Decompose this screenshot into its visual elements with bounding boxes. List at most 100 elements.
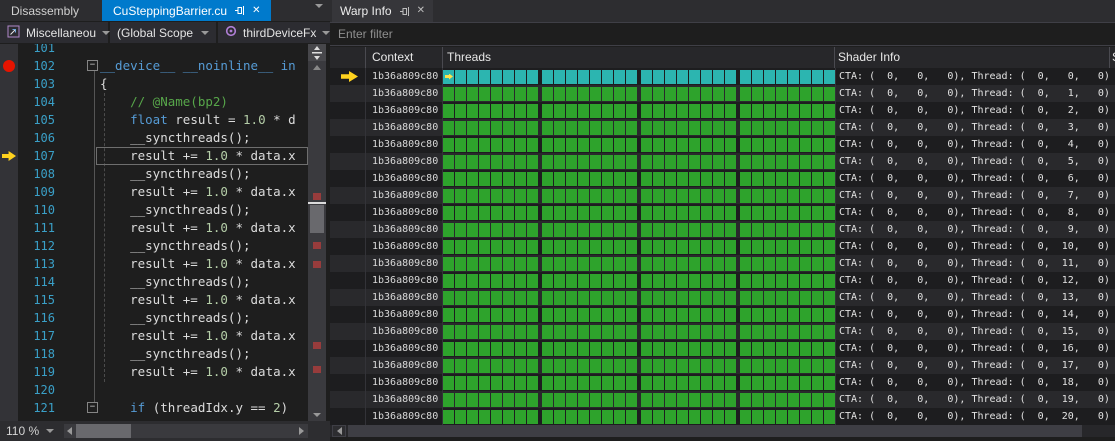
thread-square[interactable]	[641, 87, 652, 101]
thread-square[interactable]	[455, 104, 466, 118]
thread-square[interactable]	[788, 359, 799, 373]
thread-square[interactable]	[752, 87, 763, 101]
thread-square[interactable]	[542, 274, 553, 288]
thread-square[interactable]	[566, 240, 577, 254]
thread-square[interactable]	[542, 189, 553, 203]
thread-square[interactable]	[752, 257, 763, 271]
thread-square[interactable]	[503, 342, 514, 356]
thread-square[interactable]	[653, 274, 664, 288]
thread-square[interactable]	[641, 376, 652, 390]
thread-square[interactable]	[467, 121, 478, 135]
thread-square[interactable]	[602, 155, 613, 169]
thread-square[interactable]	[764, 189, 775, 203]
warp-info-tab[interactable]: Warp Info ✕	[332, 0, 433, 22]
thread-square[interactable]	[641, 223, 652, 237]
thread-square[interactable]	[443, 274, 454, 288]
thread-square[interactable]	[800, 87, 811, 101]
thread-square[interactable]	[542, 291, 553, 305]
pin-icon[interactable]	[234, 5, 245, 16]
thread-square[interactable]	[443, 257, 454, 271]
thread-square[interactable]	[614, 376, 625, 390]
warp-row-18[interactable]: 1b36a809c80CTA: ( 0, 0, 0), Thread: ( 0,…	[330, 374, 1115, 391]
scrollbar-thumb[interactable]	[76, 424, 131, 438]
thread-square[interactable]	[800, 376, 811, 390]
thread-square[interactable]	[455, 240, 466, 254]
thread-square[interactable]	[788, 87, 799, 101]
code-editor[interactable]: 101102__device__ __noinline__ in−103{104…	[0, 44, 330, 421]
thread-square[interactable]	[455, 223, 466, 237]
thread-square[interactable]	[614, 138, 625, 152]
thread-square[interactable]	[812, 155, 823, 169]
thread-square[interactable]	[503, 172, 514, 186]
thread-square[interactable]	[824, 121, 835, 135]
thread-square[interactable]	[527, 121, 538, 135]
thread-square[interactable]	[626, 410, 637, 424]
thread-square[interactable]	[665, 70, 676, 84]
thread-square[interactable]	[491, 274, 502, 288]
thread-square[interactable]	[653, 325, 664, 339]
thread-square[interactable]	[824, 138, 835, 152]
thread-square[interactable]	[590, 206, 601, 220]
thread-square[interactable]	[566, 342, 577, 356]
thread-square[interactable]	[641, 308, 652, 322]
code-line-103[interactable]: 103{	[0, 75, 330, 93]
thread-square[interactable]	[788, 138, 799, 152]
thread-square[interactable]	[824, 240, 835, 254]
thread-square[interactable]	[491, 257, 502, 271]
thread-square[interactable]	[455, 410, 466, 424]
thread-square[interactable]	[689, 240, 700, 254]
thread-square[interactable]	[626, 291, 637, 305]
thread-square[interactable]	[800, 410, 811, 424]
thread-square[interactable]	[752, 121, 763, 135]
warp-filter-input[interactable]: Enter filter	[330, 23, 1115, 46]
thread-square[interactable]	[515, 189, 526, 203]
code-line-115[interactable]: 115 result += 1.0 * data.x	[0, 291, 330, 309]
thread-square[interactable]	[566, 121, 577, 135]
thread-square[interactable]	[701, 138, 712, 152]
thread-square[interactable]	[677, 410, 688, 424]
thread-square[interactable]	[689, 104, 700, 118]
thread-square[interactable]	[752, 172, 763, 186]
thread-square[interactable]	[665, 308, 676, 322]
thread-square[interactable]	[665, 121, 676, 135]
thread-square[interactable]	[467, 172, 478, 186]
thread-square[interactable]	[455, 189, 466, 203]
thread-square[interactable]	[527, 359, 538, 373]
thread-square[interactable]	[677, 223, 688, 237]
thread-square[interactable]	[713, 376, 724, 390]
thread-square[interactable]	[677, 291, 688, 305]
warp-row-17[interactable]: 1b36a809c80CTA: ( 0, 0, 0), Thread: ( 0,…	[330, 357, 1115, 374]
thread-square[interactable]	[455, 308, 466, 322]
close-icon[interactable]: ✕	[252, 6, 260, 16]
thread-square[interactable]	[443, 87, 454, 101]
thread-square[interactable]	[665, 325, 676, 339]
thread-square[interactable]	[677, 138, 688, 152]
thread-square[interactable]	[503, 257, 514, 271]
thread-square[interactable]	[515, 240, 526, 254]
thread-square[interactable]	[554, 138, 565, 152]
thread-square[interactable]	[602, 206, 613, 220]
thread-square[interactable]	[740, 189, 751, 203]
thread-square[interactable]	[515, 325, 526, 339]
thread-square[interactable]	[701, 359, 712, 373]
thread-square[interactable]	[713, 274, 724, 288]
thread-square[interactable]	[788, 189, 799, 203]
thread-square[interactable]	[491, 138, 502, 152]
thread-square[interactable]	[479, 274, 490, 288]
thread-square[interactable]	[701, 342, 712, 356]
thread-square[interactable]	[653, 393, 664, 407]
thread-square[interactable]	[665, 359, 676, 373]
thread-square[interactable]	[689, 189, 700, 203]
thread-square[interactable]	[614, 308, 625, 322]
thread-square[interactable]	[590, 223, 601, 237]
thread-square[interactable]	[701, 308, 712, 322]
thread-square[interactable]	[566, 172, 577, 186]
thread-square[interactable]	[701, 274, 712, 288]
thread-square[interactable]	[479, 70, 490, 84]
thread-square[interactable]	[653, 342, 664, 356]
code-line-110[interactable]: 110 __syncthreads();	[0, 201, 330, 219]
thread-square[interactable]	[515, 359, 526, 373]
thread-square[interactable]	[479, 325, 490, 339]
thread-square[interactable]	[701, 393, 712, 407]
warp-row-5[interactable]: 1b36a809c80CTA: ( 0, 0, 0), Thread: ( 0,…	[330, 153, 1115, 170]
